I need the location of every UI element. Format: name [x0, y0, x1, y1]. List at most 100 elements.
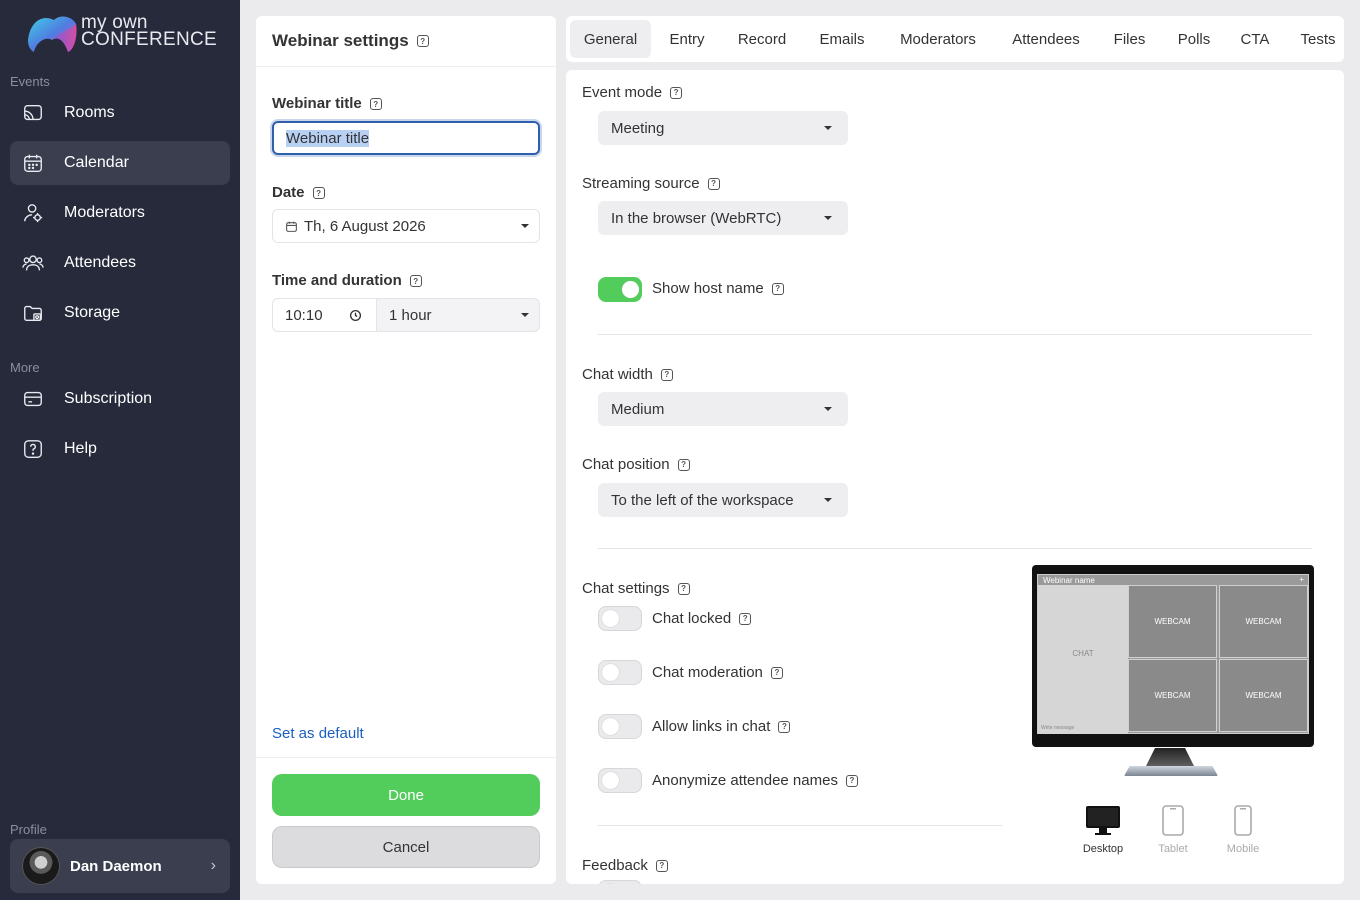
- chat-moderation-text: Chat moderation: [652, 664, 763, 681]
- help-icon[interactable]: ?: [677, 582, 690, 595]
- section-more-label: More: [10, 360, 40, 375]
- help-icon[interactable]: ?: [739, 612, 752, 625]
- date-picker[interactable]: Th, 6 August 2026: [272, 209, 540, 243]
- brand-name: my own CONFERENCE: [81, 13, 218, 50]
- chat-width-value: Medium: [611, 400, 665, 418]
- tab-general[interactable]: General: [570, 20, 651, 58]
- chat-locked-text: Chat locked: [652, 610, 732, 627]
- tab-files[interactable]: Files: [1107, 20, 1152, 58]
- help-icon[interactable]: ?: [369, 98, 382, 111]
- sidebar-item-calendar[interactable]: Calendar: [10, 141, 230, 185]
- sidebar-item-label: Attendees: [64, 254, 137, 271]
- toggle-knob: [602, 664, 619, 681]
- sidebar-item-label: Subscription: [64, 390, 153, 407]
- allow-links-text: Allow links in chat: [652, 718, 771, 735]
- anonymize-names-toggle[interactable]: [598, 768, 642, 793]
- device-mobile-label: Mobile: [1226, 843, 1260, 855]
- duration-select[interactable]: 1 hour: [376, 298, 540, 332]
- tab-cta[interactable]: CTA: [1234, 20, 1276, 58]
- cancel-button[interactable]: Cancel: [272, 826, 540, 868]
- toggle-knob: [602, 610, 619, 627]
- general-settings: Event mode? Meeting Streaming source? In…: [566, 70, 1344, 884]
- preview-chat-label: CHAT: [1072, 649, 1094, 658]
- sidebar-item-label: Rooms: [64, 104, 115, 121]
- done-button[interactable]: Done: [272, 774, 540, 816]
- event-mode-select[interactable]: Meeting: [598, 111, 848, 145]
- device-tablet-button[interactable]: Tablet: [1143, 805, 1203, 855]
- show-host-name-text: Show host name: [652, 280, 764, 297]
- chat-moderation-toggle[interactable]: [598, 660, 642, 685]
- device-mobile-button[interactable]: Mobile: [1213, 805, 1273, 855]
- panel-footer-divider: [256, 757, 556, 758]
- help-icon[interactable]: ?: [707, 177, 720, 190]
- chat-width-select[interactable]: Medium: [598, 392, 848, 426]
- sidebar-item-storage[interactable]: Storage: [10, 291, 230, 335]
- set-as-default-link[interactable]: Set as default: [272, 725, 364, 742]
- tab-emails[interactable]: Emails: [811, 20, 873, 58]
- card-icon: [24, 391, 42, 407]
- help-icon[interactable]: ?: [677, 458, 690, 471]
- tab-tests[interactable]: Tests: [1296, 20, 1340, 58]
- sidebar-item-label: Calendar: [64, 154, 129, 171]
- help-icon[interactable]: ?: [778, 720, 791, 733]
- chat-width-label-text: Chat width: [582, 366, 653, 383]
- help-icon[interactable]: ?: [660, 368, 673, 381]
- toggle-knob: [602, 772, 619, 789]
- tablet-icon: [1162, 805, 1184, 836]
- event-mode-label: Event mode?: [582, 84, 683, 101]
- chat-position-select[interactable]: To the left of the workspace: [598, 483, 848, 517]
- preview-webcam-tile: WEBCAM: [1128, 585, 1217, 658]
- help-icon[interactable]: ?: [771, 282, 784, 295]
- panel-header: Webinar settings ?: [256, 16, 556, 67]
- preview-write-message: Write message: [1041, 725, 1075, 731]
- cast-icon: [24, 104, 42, 121]
- section-profile-label: Profile: [10, 822, 47, 837]
- webinar-settings-panel: Webinar settings ? Webinar title? Webina…: [256, 16, 556, 884]
- help-icon[interactable]: ?: [409, 275, 422, 288]
- tab-entry[interactable]: Entry: [656, 20, 718, 58]
- tab-attendees[interactable]: Attendees: [1004, 20, 1088, 58]
- streaming-source-select[interactable]: In the browser (WebRTC): [598, 201, 848, 235]
- brand-logo[interactable]: my own CONFERENCE: [24, 10, 224, 60]
- sidebar-item-attendees[interactable]: Attendees: [10, 241, 230, 285]
- tab-polls[interactable]: Polls: [1170, 20, 1218, 58]
- profile-name: Dan Daemon: [70, 857, 162, 875]
- chat-width-label: Chat width?: [582, 366, 673, 383]
- device-desktop-button[interactable]: Desktop: [1073, 805, 1133, 855]
- chevron-down-icon: [521, 313, 529, 317]
- anonymize-names-text: Anonymize attendee names: [652, 772, 838, 789]
- feedback-label: Feedback?: [582, 857, 668, 874]
- sidebar-item-subscription[interactable]: Subscription: [10, 377, 230, 421]
- webinar-title-input[interactable]: Webinar title: [272, 121, 540, 155]
- allow-links-toggle[interactable]: [598, 714, 642, 739]
- help-icon[interactable]: ?: [655, 859, 668, 872]
- chat-settings-label-text: Chat settings: [582, 580, 670, 597]
- help-icon[interactable]: ?: [416, 35, 429, 47]
- sidebar: my own CONFERENCE Events Rooms Calendar …: [0, 0, 240, 900]
- tab-record[interactable]: Record: [730, 20, 794, 58]
- profile-card[interactable]: Dan Daemon ›: [10, 839, 230, 893]
- help-icon[interactable]: ?: [312, 187, 325, 200]
- sidebar-item-help[interactable]: Help: [10, 427, 230, 471]
- chat-locked-toggle[interactable]: [598, 606, 642, 631]
- feedback-toggle[interactable]: [598, 880, 642, 884]
- streaming-source-value: In the browser (WebRTC): [611, 209, 782, 227]
- help-icon[interactable]: ?: [670, 86, 683, 99]
- chevron-down-icon: [824, 216, 832, 220]
- sidebar-item-moderators[interactable]: Moderators: [10, 191, 230, 235]
- feedback-label-text: Feedback: [582, 857, 648, 874]
- avatar: [22, 847, 60, 885]
- sidebar-item-rooms[interactable]: Rooms: [10, 91, 230, 135]
- brand-line-2: CONFERENCE: [81, 29, 218, 50]
- tab-moderators[interactable]: Moderators: [892, 20, 984, 58]
- help-icon[interactable]: ?: [845, 774, 858, 787]
- webinar-title-label: Webinar title?: [272, 95, 382, 112]
- allow-links-label: Allow links in chat?: [652, 718, 791, 735]
- user-icon: [24, 204, 43, 223]
- mobile-icon: [1234, 805, 1252, 836]
- streaming-source-label: Streaming source?: [582, 175, 720, 192]
- show-host-name-toggle[interactable]: [598, 277, 642, 302]
- chat-moderation-label: Chat moderation?: [652, 664, 783, 681]
- time-input[interactable]: 10:10: [272, 298, 377, 332]
- help-icon[interactable]: ?: [770, 666, 783, 679]
